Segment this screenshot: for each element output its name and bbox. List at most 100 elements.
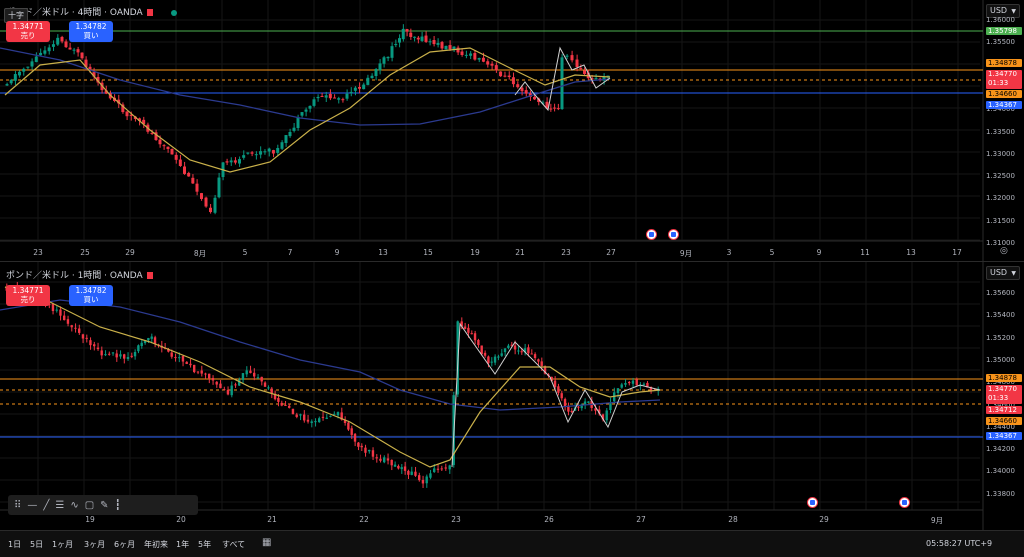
horizontal-line-icon[interactable]: — bbox=[27, 500, 37, 511]
candle-body bbox=[383, 457, 386, 463]
candle-body bbox=[245, 370, 248, 375]
candle-body bbox=[500, 353, 503, 356]
candle-body bbox=[225, 161, 229, 163]
time-tick-label: 26 bbox=[544, 515, 554, 524]
economic-event-icon[interactable] bbox=[646, 229, 657, 240]
economic-event-icon[interactable] bbox=[807, 497, 818, 508]
buy-price: 1.34782 bbox=[75, 286, 107, 295]
candle-body bbox=[511, 77, 515, 85]
candle-body bbox=[464, 54, 468, 56]
currency-select[interactable]: USD ▼ bbox=[986, 266, 1020, 280]
range-button[interactable]: 5日 bbox=[30, 539, 43, 550]
price-chart-4h[interactable] bbox=[0, 0, 1024, 261]
candle-body bbox=[487, 356, 490, 364]
candle-body bbox=[209, 207, 212, 213]
candle-body bbox=[386, 56, 390, 59]
range-button[interactable]: すべて bbox=[222, 539, 245, 550]
candle-body bbox=[490, 361, 493, 363]
economic-event-icon[interactable] bbox=[899, 497, 910, 508]
time-tick-label: 23 bbox=[561, 248, 571, 257]
candle-body bbox=[137, 345, 140, 352]
chart-pane-4h[interactable]: ポンド／米ドル · 4時間 · OANDA 十字 1.34771 売り 1.34… bbox=[0, 0, 1024, 262]
candle-body bbox=[22, 68, 26, 72]
range-button[interactable]: 年初来 bbox=[144, 539, 168, 550]
drawing-toolbar: ⠿ — ╱ ☰ ∿ ▢ ✎ ┇ bbox=[8, 495, 198, 515]
zigzag-drawing[interactable] bbox=[451, 322, 661, 468]
time-tick-label: 13 bbox=[378, 248, 388, 257]
bar-countdown: 01:33 bbox=[988, 394, 1009, 402]
range-button[interactable]: 3ヶ月 bbox=[84, 539, 105, 550]
candle-body bbox=[104, 354, 107, 356]
candle-body bbox=[74, 327, 77, 329]
sell-price: 1.34771 bbox=[12, 286, 44, 295]
buy-button[interactable]: 1.34782 買い bbox=[69, 285, 113, 306]
candle-body bbox=[174, 154, 178, 160]
time-tick-label: 17 bbox=[952, 248, 962, 257]
price-tick-label: 1.33800 bbox=[986, 489, 1015, 498]
candle-body bbox=[211, 377, 215, 381]
candle-body bbox=[517, 350, 520, 352]
grip-icon[interactable]: ⠿ bbox=[14, 500, 21, 511]
time-tick-label: 19 bbox=[85, 515, 95, 524]
candle-body bbox=[314, 421, 317, 423]
candle-body bbox=[187, 172, 191, 177]
candle-body bbox=[403, 466, 407, 471]
sell-button[interactable]: 1.34771 売り bbox=[6, 285, 50, 306]
path-icon[interactable]: ∿ bbox=[70, 500, 78, 511]
time-tick-label: 21 bbox=[515, 248, 525, 257]
range-button[interactable]: 1ヶ月 bbox=[52, 539, 73, 550]
candle-body bbox=[66, 319, 70, 324]
price-tick-label: 1.31500 bbox=[986, 216, 1015, 225]
candle-body bbox=[394, 44, 398, 46]
sell-label: 売り bbox=[20, 295, 36, 304]
candle-body bbox=[616, 388, 620, 394]
candle-body bbox=[213, 197, 217, 213]
chevron-down-icon: ▼ bbox=[1011, 270, 1016, 277]
candle-body bbox=[288, 405, 291, 408]
candle-body bbox=[310, 421, 313, 424]
candle-body bbox=[513, 345, 517, 350]
candle-body bbox=[242, 155, 246, 158]
candle-body bbox=[481, 57, 485, 62]
candle-body bbox=[413, 36, 416, 38]
moving-average-fast[interactable] bbox=[4, 286, 661, 468]
candle-body bbox=[642, 383, 646, 385]
candle-body bbox=[533, 354, 537, 359]
brush-icon[interactable]: ✎ bbox=[100, 500, 108, 511]
settings-icon[interactable]: ◎ bbox=[1000, 246, 1008, 256]
rectangle-icon[interactable]: ▢ bbox=[85, 500, 94, 511]
candle-body bbox=[185, 361, 188, 364]
trend-line-icon[interactable]: ╱ bbox=[43, 500, 49, 511]
candle-body bbox=[119, 354, 122, 357]
indicators-icon[interactable]: ┇ bbox=[115, 500, 121, 511]
candle-body bbox=[111, 352, 115, 354]
candle-body bbox=[499, 71, 503, 77]
range-button[interactable]: 1日 bbox=[8, 539, 21, 550]
candle-body bbox=[353, 87, 357, 91]
candle-body bbox=[68, 47, 72, 50]
candle-body bbox=[530, 353, 533, 355]
price-chart-1h[interactable] bbox=[0, 262, 1024, 530]
candle-body bbox=[470, 333, 473, 335]
candle-body bbox=[358, 87, 361, 89]
range-button[interactable]: 1年 bbox=[176, 539, 189, 550]
candle-body bbox=[507, 75, 511, 77]
badge-orange-level: 1.34878 bbox=[986, 59, 1022, 67]
economic-event-icon[interactable] bbox=[668, 229, 679, 240]
fib-icon[interactable]: ☰ bbox=[55, 500, 64, 511]
range-button[interactable]: 5年 bbox=[198, 539, 211, 550]
candle-body bbox=[635, 379, 638, 386]
candle-body bbox=[70, 325, 73, 328]
candle-body bbox=[304, 109, 308, 112]
candle-body bbox=[318, 418, 321, 423]
buy-button[interactable]: 1.34782 買い bbox=[69, 21, 113, 42]
candle-body bbox=[76, 49, 80, 53]
candle-body bbox=[587, 401, 590, 403]
calendar-icon[interactable]: ▦ bbox=[262, 537, 271, 548]
range-button[interactable]: 6ヶ月 bbox=[114, 539, 135, 550]
candle-body bbox=[436, 42, 440, 45]
candle-body bbox=[378, 63, 382, 71]
sell-button[interactable]: 1.34771 売り bbox=[6, 21, 50, 42]
chart-pane-1h[interactable]: ポンド／米ドル · 1時間 · OANDA 1.34771 売り 1.34782… bbox=[0, 262, 1024, 530]
candle-body bbox=[390, 46, 394, 58]
